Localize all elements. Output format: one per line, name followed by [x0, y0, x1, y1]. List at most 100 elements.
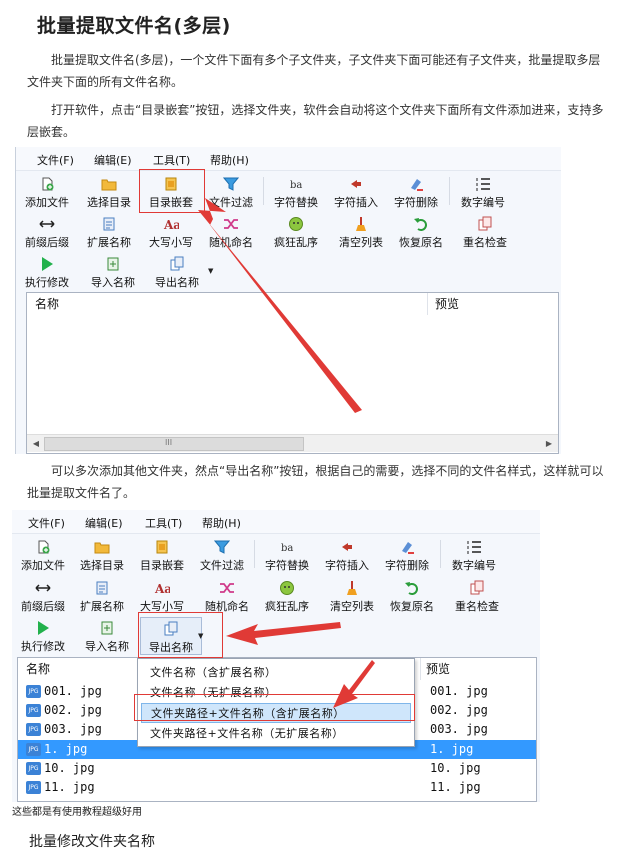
file-name-cell: 003. jpg: [44, 722, 102, 737]
table-row[interactable]: JPG 11. jpg 11. jpg: [18, 778, 536, 797]
prefix-suffix-button[interactable]: 前缀后缀: [20, 213, 74, 251]
execute-modify-button[interactable]: 执行修改: [20, 253, 74, 291]
crazy-shuffle-button[interactable]: 疯狂乱序: [260, 577, 314, 615]
file-name-cell: 001. jpg: [44, 684, 102, 698]
app-window-1: 文件(F) 编辑(E) 工具(T) 帮助(H) 添加文件 选择目录 目录嵌套 文…: [15, 147, 561, 454]
duplicate-check-button[interactable]: 重名检查: [450, 577, 504, 615]
jpg-file-icon: JPG: [26, 742, 41, 756]
select-directory-button[interactable]: 选择目录: [82, 173, 136, 211]
document-icon: [103, 217, 115, 231]
import-names-button[interactable]: 导入名称: [80, 617, 134, 655]
menu-option-name-with-ext[interactable]: 文件名称（含扩展名称）: [150, 663, 277, 683]
svg-text:ba: ba: [281, 543, 293, 554]
jpg-file-icon: JPG: [26, 723, 41, 737]
file-list[interactable]: 名称 预览 ◀ III ▶: [26, 292, 559, 454]
clear-list-button[interactable]: 清空列表: [325, 577, 379, 615]
select-directory-button[interactable]: 选择目录: [75, 536, 129, 574]
column-header-preview[interactable]: 预览: [435, 293, 459, 315]
char-insert-button[interactable]: 字符插入: [320, 536, 374, 574]
menu-tools[interactable]: 工具(T): [145, 515, 182, 531]
restore-name-button[interactable]: 恢复原名: [385, 577, 439, 615]
menu-edit[interactable]: 编辑(E): [94, 152, 132, 168]
char-replace-button[interactable]: ba 字符替换: [260, 536, 314, 574]
clear-list-button[interactable]: 清空列表: [334, 213, 388, 251]
duplicate-check-button[interactable]: 重名检查: [458, 213, 512, 251]
import-icon: [101, 621, 113, 635]
undo-icon: [405, 582, 418, 595]
number-sequence-button[interactable]: 数字编号: [455, 173, 511, 211]
app-window-2: 文件(F) 编辑(E) 工具(T) 帮助(H) 添加文件 选择目录 目录嵌套 文…: [12, 510, 540, 802]
execute-modify-button[interactable]: 执行修改: [16, 617, 70, 655]
column-header-preview[interactable]: 预览: [426, 658, 450, 680]
file-preview-cell: 11. jpg: [430, 780, 481, 794]
scroll-right-icon[interactable]: ▶: [543, 438, 555, 450]
crazy-shuffle-button[interactable]: 疯狂乱序: [269, 213, 323, 251]
copy-check-icon: [470, 580, 484, 595]
char-delete-button[interactable]: 字符删除: [389, 173, 443, 211]
extension-name-button[interactable]: 扩展名称: [82, 213, 136, 251]
article-heading: 批量提取文件名(多层): [37, 15, 231, 37]
column-header-name[interactable]: 名称: [35, 293, 59, 315]
table-row[interactable]: JPG 10. jpg 10. jpg: [18, 759, 536, 778]
copy-check-icon: [478, 216, 492, 231]
menu-option-path-name-without-ext[interactable]: 文件夹路径+文件名称（无扩展名称）: [150, 724, 344, 744]
article-paragraph-1: 批量提取文件名(多层)，一个文件下面有多个子文件夹，子文件夹下面可能还有子文件夹…: [27, 53, 601, 89]
highlight-export-names: [138, 612, 223, 658]
play-icon: [42, 257, 53, 271]
folder-icon: [101, 179, 117, 191]
file-filter-button[interactable]: 文件过滤: [204, 173, 258, 211]
menu-tools[interactable]: 工具(T): [153, 152, 190, 168]
char-replace-button[interactable]: ba 字符替换: [269, 173, 323, 211]
article-paragraph-2: 打开软件，点击“目录嵌套”按钮，选择文件夹，软件会自动将这个文件夹下面所有文件添…: [27, 103, 604, 139]
menu-edit[interactable]: 编辑(E): [85, 515, 123, 531]
filter-icon: [223, 177, 239, 191]
export-names-button[interactable]: 导出名称: [147, 253, 207, 291]
char-delete-button[interactable]: 字符删除: [380, 536, 434, 574]
menu-file[interactable]: 文件(F): [37, 152, 74, 168]
random-rename-button[interactable]: 随机命名: [204, 213, 258, 251]
scroll-thumb[interactable]: III: [44, 437, 304, 451]
highlight-menu-option: [134, 694, 415, 721]
import-names-button[interactable]: 导入名称: [86, 253, 140, 291]
char-insert-button[interactable]: 字符插入: [329, 173, 383, 211]
insert-icon: [342, 543, 352, 551]
jpg-file-icon: JPG: [26, 761, 41, 775]
restore-name-button[interactable]: 恢复原名: [394, 213, 448, 251]
arrows-horizontal-icon: [39, 220, 55, 228]
numbered-list-icon: [467, 541, 481, 554]
menu-help[interactable]: 帮助(H): [202, 515, 241, 531]
upper-lower-case-button[interactable]: Aa 大写小写: [144, 213, 198, 251]
case-icon: Aa: [163, 218, 179, 232]
document-icon: [96, 581, 108, 595]
numbered-list-icon: [476, 178, 490, 191]
horizontal-scrollbar[interactable]: ◀ III ▶: [27, 434, 558, 452]
extension-name-button[interactable]: 扩展名称: [75, 577, 129, 615]
export-dropdown-arrow-icon[interactable]: ▼: [208, 267, 213, 275]
next-section-heading: 批量修改文件夹名称: [29, 834, 155, 850]
upper-lower-case-button[interactable]: Aa 大写小写: [135, 577, 189, 615]
menu-help[interactable]: 帮助(H): [210, 152, 249, 168]
broom-icon: [356, 217, 366, 231]
file-name-cell: 002. jpg: [44, 703, 102, 718]
menu-file[interactable]: 文件(F): [28, 515, 65, 531]
number-sequence-button[interactable]: 数字编号: [446, 536, 502, 574]
add-file-button[interactable]: 添加文件: [20, 173, 74, 211]
jpg-file-icon: JPG: [26, 704, 41, 718]
file-preview-cell: 002. jpg: [430, 703, 488, 718]
file-filter-button[interactable]: 文件过滤: [195, 536, 249, 574]
scroll-left-icon[interactable]: ◀: [30, 438, 42, 450]
file-name-cell: 11. jpg: [44, 780, 95, 794]
highlight-directory-nest: [139, 169, 205, 213]
add-file-button[interactable]: 添加文件: [16, 536, 70, 574]
folder-icon: [94, 542, 110, 554]
random-rename-button[interactable]: 随机命名: [200, 577, 254, 615]
export-icon: [170, 256, 184, 271]
eraser-icon: [411, 179, 423, 191]
column-header-name[interactable]: 名称: [26, 658, 50, 680]
jpg-file-icon: JPG: [26, 685, 41, 698]
menu-bar: 文件(F) 编辑(E) 工具(T) 帮助(H): [16, 147, 561, 171]
prefix-suffix-button[interactable]: 前缀后缀: [16, 577, 70, 615]
directory-nest-button[interactable]: 目录嵌套: [135, 536, 189, 574]
shuffle-icon: [224, 219, 238, 229]
menu-bar-2: 文件(F) 编辑(E) 工具(T) 帮助(H): [12, 510, 540, 534]
